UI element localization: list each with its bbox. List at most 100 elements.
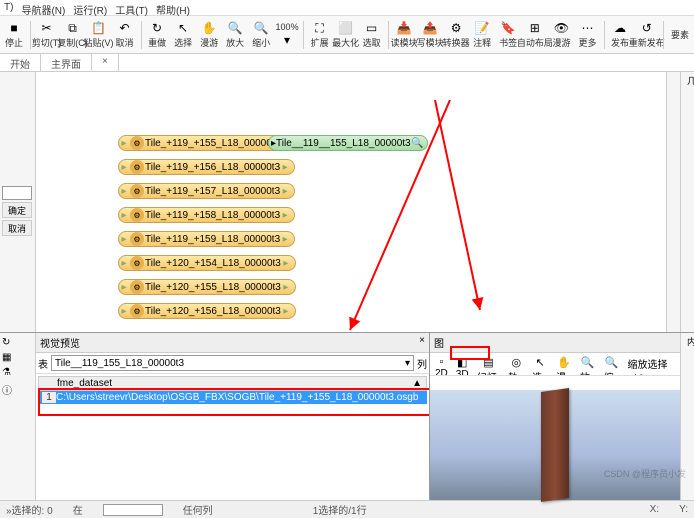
ok-button[interactable]: 确定 xyxy=(2,202,32,218)
select-button[interactable]: ↖选择 xyxy=(171,19,195,50)
pan-button[interactable]: ✋漫游 xyxy=(197,19,221,50)
more-icon: ⋯ xyxy=(580,20,596,36)
zoomin-button[interactable]: 🔍放大 xyxy=(223,19,247,50)
watermark: CSDN @程序员小发 xyxy=(604,467,686,480)
stop-button[interactable]: ■停止 xyxy=(2,19,26,50)
fit-button[interactable]: ⛶扩展 xyxy=(308,19,332,50)
table-label: 表 xyxy=(38,356,48,371)
status-anycol: 任何列 xyxy=(183,502,213,517)
menu-file[interactable]: T) xyxy=(4,2,13,13)
output-port-icon[interactable]: ▸ xyxy=(281,306,291,317)
menu-nav[interactable]: 导航器(N) xyxy=(21,2,65,13)
inspector-node[interactable]: ▸Tile__119__155_L18_00000t3🔍 xyxy=(268,135,428,151)
zoom-combo[interactable]: 100%▾ xyxy=(275,21,299,49)
3d-viewport[interactable] xyxy=(430,390,680,500)
output-port-icon[interactable]: ▸ xyxy=(281,258,291,269)
copy-icon: ⧉ xyxy=(65,20,81,36)
features-button[interactable]: 要素 xyxy=(668,27,692,42)
node-label: Tile_+119_+158_L18_00000t3 xyxy=(145,210,280,221)
grid-icon[interactable]: ▦ xyxy=(2,352,33,363)
refresh-icon[interactable]: ↻ xyxy=(2,337,33,348)
paste-button[interactable]: 📋粘贴(V) xyxy=(87,19,111,50)
menu-bar: T) 导航器(N) 运行(R) 工具(T) 帮助(H) xyxy=(0,0,694,16)
max-button[interactable]: ⬜最大化 xyxy=(334,19,358,50)
preview-zoomout-button[interactable]: 🔍缩小 xyxy=(601,355,623,373)
gear-icon: ⚙ xyxy=(130,208,144,222)
left-input[interactable] xyxy=(2,186,32,200)
magnifier-icon: 🔍 xyxy=(411,136,425,150)
browser-close[interactable]: × xyxy=(419,335,425,350)
reader-button[interactable]: 📥读模块 xyxy=(392,19,416,50)
undo-button[interactable]: ↶取消 xyxy=(113,19,137,50)
hand-icon: ✋ xyxy=(201,20,217,36)
tab-close[interactable]: × xyxy=(92,54,119,71)
inspect-icon: 👁 xyxy=(554,20,570,36)
gear-icon: ⚙ xyxy=(448,20,464,36)
input-port-icon[interactable]: ▸ xyxy=(119,306,129,317)
node-label: Tile_+120_+154_L18_00000t3 xyxy=(145,258,281,269)
right-panel-collapsed[interactable]: 几 xyxy=(680,72,694,332)
filter-icon[interactable]: ⚗ xyxy=(2,367,33,378)
track-button[interactable]: ◎轨迹 xyxy=(505,355,527,373)
menu-help[interactable]: 帮助(H) xyxy=(156,2,190,13)
preview-fit-button[interactable]: 缩放选择对象 xyxy=(624,355,678,373)
info-icon[interactable]: ⓘ xyxy=(2,382,33,397)
max-icon: ⬜ xyxy=(338,20,354,36)
cancel-button[interactable]: 取消 xyxy=(2,220,32,236)
highlight-annotation xyxy=(38,388,429,416)
note-icon: 📝 xyxy=(474,20,490,36)
output-port-icon[interactable]: ▸ xyxy=(280,234,290,245)
cut-button[interactable]: ✂剪切(T) xyxy=(35,19,59,50)
input-port-icon[interactable]: ▸ xyxy=(119,282,129,293)
writer-button[interactable]: 📤写模块 xyxy=(418,19,442,50)
menu-run[interactable]: 运行(R) xyxy=(73,2,107,13)
reader-node-3[interactable]: ▸⚙Tile_+119_+158_L18_00000t3▸ xyxy=(118,207,295,223)
status-rows: 1选择的/1行 xyxy=(313,502,367,517)
view-2d-button[interactable]: ▫2D xyxy=(432,355,451,373)
table-combo[interactable]: Tile__119_155_L18_00000t3▾ xyxy=(51,355,414,371)
reset-button[interactable]: ↺重新发布 xyxy=(634,19,659,50)
output-port-icon[interactable]: ▸ xyxy=(280,162,290,173)
input-port-icon[interactable]: ▸ xyxy=(119,186,129,197)
node-label: Tile_+120_+155_L18_00000t3 xyxy=(145,282,281,293)
note-button[interactable]: 📝注释 xyxy=(470,19,494,50)
preview-pan-button[interactable]: ✋漫游 xyxy=(553,355,575,373)
tab-start[interactable]: 开始 xyxy=(0,54,41,71)
tab-main[interactable]: 主界面 xyxy=(41,54,92,71)
status-x: X: xyxy=(650,504,659,515)
redo-icon: ↻ xyxy=(149,20,165,36)
reader-node-1[interactable]: ▸⚙Tile_+119_+156_L18_00000t3▸ xyxy=(118,159,295,175)
input-port-icon[interactable]: ▸ xyxy=(119,258,129,269)
right-scrollbar[interactable] xyxy=(666,72,680,332)
input-port-icon[interactable]: ▸ xyxy=(119,162,129,173)
transformer-button[interactable]: ⚙转换器 xyxy=(444,19,468,50)
reader-node-5[interactable]: ▸⚙Tile_+120_+154_L18_00000t3▸ xyxy=(118,255,296,271)
output-port-icon[interactable]: ▸ xyxy=(281,282,291,293)
more-button[interactable]: ⋯更多 xyxy=(576,19,600,50)
reader-node-6[interactable]: ▸⚙Tile_+120_+155_L18_00000t3▸ xyxy=(118,279,296,295)
preview-zoomin-button[interactable]: 🔍放大 xyxy=(577,355,599,373)
input-port-icon[interactable]: ▸ xyxy=(119,210,129,221)
input-port-icon[interactable]: ▸ xyxy=(119,138,129,149)
zoomout-button[interactable]: 🔍缩小 xyxy=(249,19,273,50)
workspace-canvas[interactable]: ▸⚙Tile_+119_+155_L18_00000t3▸▸⚙Tile_+119… xyxy=(36,72,666,332)
track-icon: ◎ xyxy=(511,356,521,369)
redo-button[interactable]: ↻重做 xyxy=(145,19,169,50)
reader-node-4[interactable]: ▸⚙Tile_+119_+159_L18_00000t3▸ xyxy=(118,231,295,247)
menu-tool[interactable]: 工具(T) xyxy=(115,2,148,13)
input-port-icon[interactable]: ▸ xyxy=(119,234,129,245)
output-port-icon[interactable]: ▸ xyxy=(280,186,290,197)
copy-button[interactable]: ⧉复制(C) xyxy=(61,19,85,50)
status-selection: »选择的: 0 xyxy=(6,502,53,517)
reader-node-7[interactable]: ▸⚙Tile_+120_+156_L18_00000t3▸ xyxy=(118,303,296,319)
autolayout-button[interactable]: ⊞自动布局 xyxy=(522,19,547,50)
status-filter-input[interactable] xyxy=(103,504,163,516)
reader-node-2[interactable]: ▸⚙Tile_+119_+157_L18_00000t3▸ xyxy=(118,183,295,199)
workspace-tabs: 开始 主界面 × xyxy=(0,54,694,72)
inspect-button[interactable]: 👁漫游 xyxy=(550,19,574,50)
preview-select-button[interactable]: ↖选择 xyxy=(529,355,551,373)
process-button[interactable]: ▭选取 xyxy=(360,19,384,50)
gear-icon: ⚙ xyxy=(130,136,144,150)
output-port-icon[interactable]: ▸ xyxy=(280,210,290,221)
chevron-down-icon: ▾ xyxy=(405,358,410,369)
